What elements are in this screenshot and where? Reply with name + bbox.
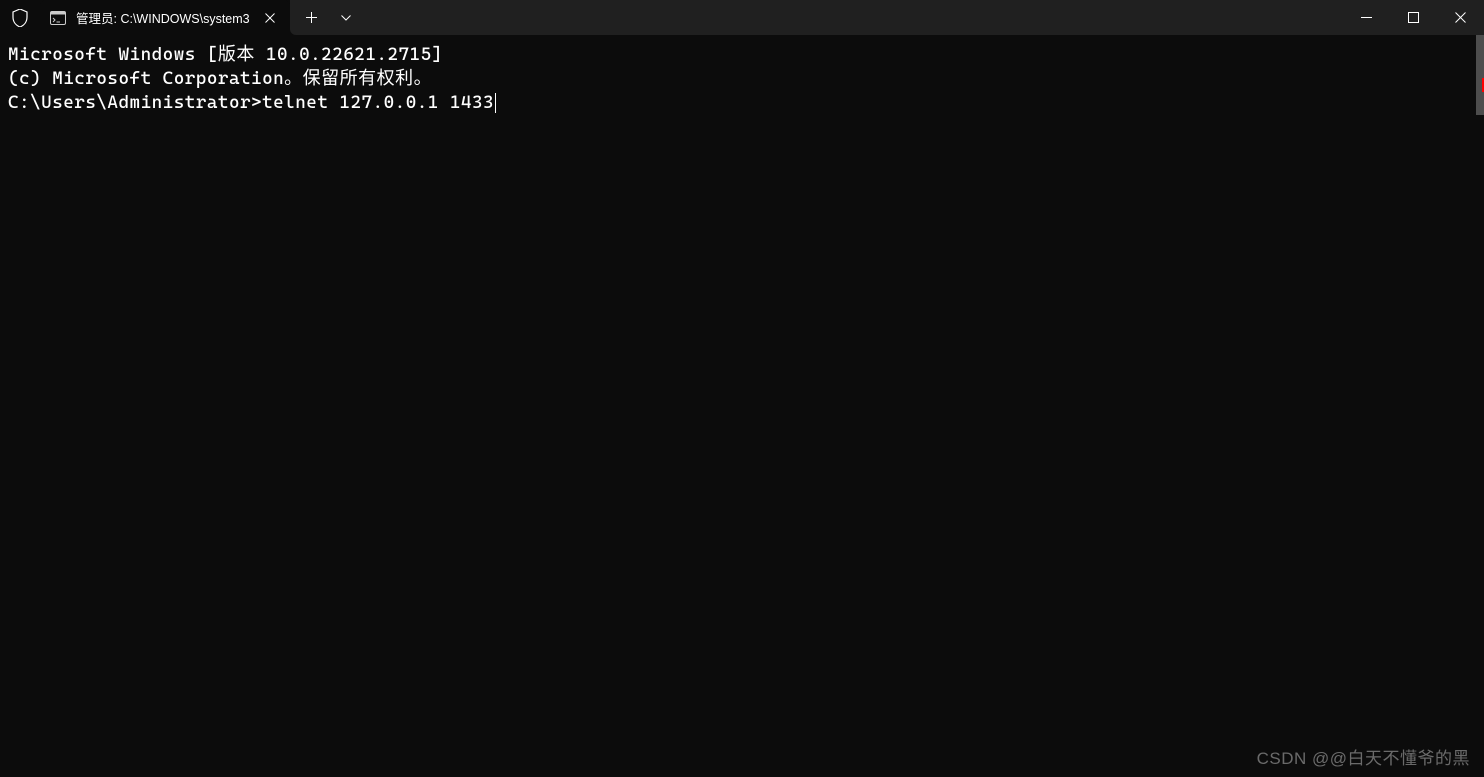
close-icon xyxy=(265,13,275,23)
plus-icon xyxy=(306,12,317,23)
chevron-down-icon xyxy=(341,15,351,21)
terminal-icon xyxy=(50,10,66,26)
tab-title: 管理员: C:\WINDOWS\system3 xyxy=(76,8,250,27)
window-titlebar: 管理员: C:\WINDOWS\system3 xyxy=(0,0,1484,35)
terminal-output[interactable]: Microsoft Windows [版本 10.0.22621.2715] (… xyxy=(0,35,1484,123)
minimize-button[interactable] xyxy=(1343,0,1390,35)
close-icon xyxy=(1455,12,1466,23)
scrollbar-thumb[interactable] xyxy=(1476,35,1484,115)
terminal-tab[interactable]: 管理员: C:\WINDOWS\system3 xyxy=(40,0,290,35)
close-window-button[interactable] xyxy=(1437,0,1484,35)
admin-shield-icon xyxy=(0,0,40,35)
new-tab-button[interactable] xyxy=(294,3,330,33)
maximize-icon xyxy=(1408,12,1419,23)
prompt-text: C:\Users\Administrator> xyxy=(8,91,262,115)
shield-icon xyxy=(12,9,28,27)
prompt-line: C:\Users\Administrator>telnet 127.0.0.1 … xyxy=(8,91,1476,115)
output-line: (c) Microsoft Corporation。保留所有权利。 xyxy=(8,67,1476,91)
tab-close-button[interactable] xyxy=(260,8,280,28)
tab-bar-background xyxy=(290,0,1343,35)
maximize-button[interactable] xyxy=(1390,0,1437,35)
tab-dropdown-button[interactable] xyxy=(330,3,362,33)
command-text: telnet 127.0.0.1 1433 xyxy=(262,91,494,115)
text-cursor xyxy=(495,93,496,113)
window-controls xyxy=(1343,0,1484,35)
output-line: Microsoft Windows [版本 10.0.22621.2715] xyxy=(8,43,1476,67)
watermark-text: CSDN @@白天不懂爷的黑 xyxy=(1257,744,1470,769)
titlebar-left: 管理员: C:\WINDOWS\system3 xyxy=(0,0,1343,35)
minimize-icon xyxy=(1361,17,1372,18)
